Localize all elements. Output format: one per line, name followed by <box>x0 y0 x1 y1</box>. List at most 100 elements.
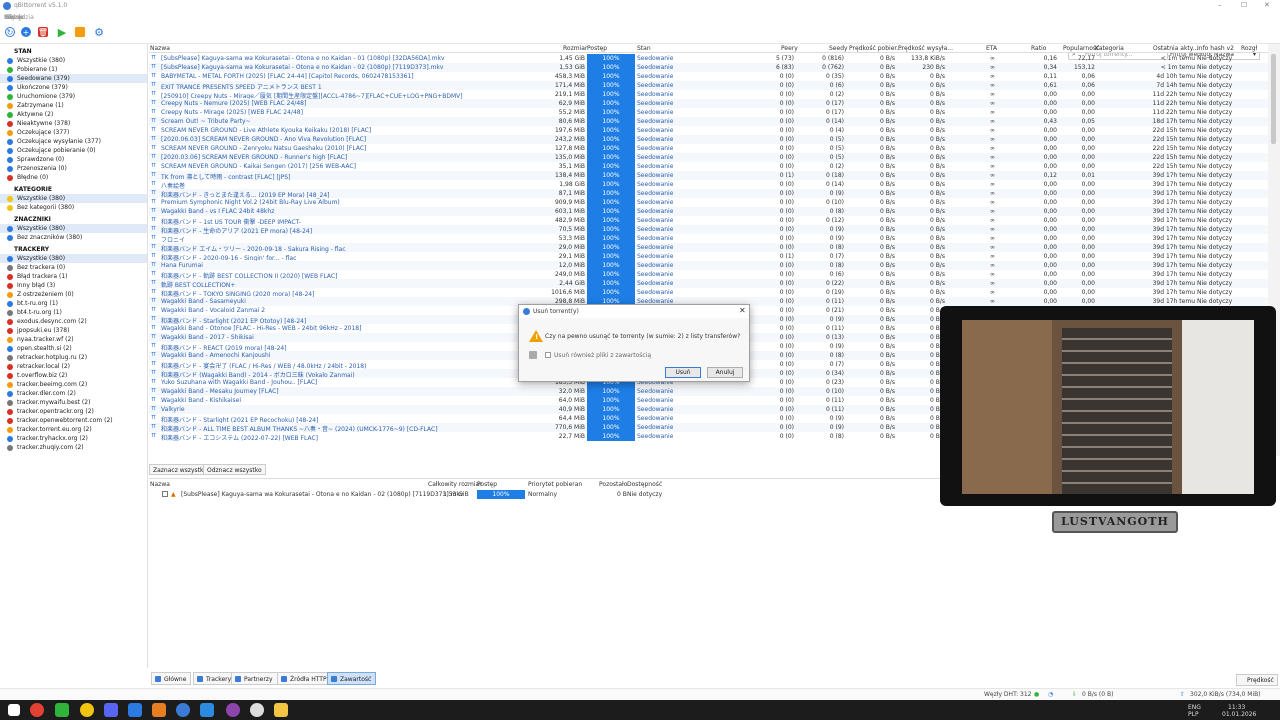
status-filter-item[interactable]: Wszystkie (380) <box>0 56 147 65</box>
status-filter-item[interactable]: Przenoszenia (0) <box>0 164 147 173</box>
add-link-icon[interactable]: ↻ <box>5 27 15 37</box>
minimize-button[interactable]: – <box>1218 1 1222 9</box>
delete-files-label[interactable]: Usuń również pliki z zawartością <box>554 352 651 359</box>
files-col-remaining[interactable]: Pozostało <box>599 481 627 488</box>
app-gray-icon[interactable] <box>250 703 264 717</box>
select-all-button[interactable]: Zaznacz wszystko <box>149 464 211 475</box>
torrent-row[interactable]: ⇈ Hana Furumai 12,0 MiB 100% Seedowanie 0 (0)… <box>149 261 1268 270</box>
torrent-row[interactable]: ⇈ [2020.03.06] SCREAM NEVER GROUND - Runn… <box>149 153 1268 162</box>
delete-button[interactable]: Usuń <box>665 367 701 378</box>
col-size[interactable]: Rozmiar <box>563 45 587 52</box>
files-col-progress[interactable]: Postęp <box>477 481 497 488</box>
tracker-filter-item[interactable]: tracker.opentrackr.org (2) <box>0 407 147 416</box>
delete-files-checkbox[interactable] <box>545 352 551 358</box>
torrent-row[interactable]: ⇈ 八奏絵巻 1,98 GiB 100% Seedowanie 0 (0) 0 (14) 0 … <box>149 180 1268 190</box>
tracker-filter-item[interactable]: Bez trackera (0) <box>0 263 147 272</box>
file-checkbox[interactable] <box>162 491 168 497</box>
telegram-icon[interactable] <box>200 703 214 717</box>
tracker-filter-item[interactable]: t.overflow.biz (2) <box>0 371 147 380</box>
torrent-row[interactable]: ⇈ Premium Symphonic Night Vol.2 (24bit Bl… <box>149 198 1268 207</box>
tracker-filter-item[interactable]: tracker.tryhackx.org (2) <box>0 434 147 443</box>
torrent-row[interactable]: ⇈ 軌跡 BEST COLLECTION+ 2,44 GiB 100% Seedowan… <box>149 279 1268 289</box>
torrent-row[interactable]: ⇈ フロニイ 53,3 MiB 100% Seedowanie 0 (0) 0 (9) 0 B… <box>149 234 1268 244</box>
torrent-row[interactable]: ⇈ [2020.06.03] SCREAM NEVER GROUND - Ano … <box>149 135 1268 144</box>
col-ratio[interactable]: Ratio <box>1031 45 1046 52</box>
deselect-all-button[interactable]: Odznacz wszystko <box>203 464 266 475</box>
delete-icon[interactable]: 🗑 <box>38 27 48 37</box>
col-infohash[interactable]: Info hash v2 <box>1197 45 1234 52</box>
col-down-speed[interactable]: Prędkość pobier... <box>849 45 902 52</box>
tracker-filter-item[interactable]: tracker.openwebtorrent.com (2) <box>0 416 147 425</box>
files-col-availability[interactable]: Dostępność <box>627 481 662 488</box>
add-torrent-icon[interactable]: + <box>21 27 31 37</box>
torrent-row[interactable]: ⇈ Scream Out! ~ Tribute Party~ 80,6 MiB 100… <box>149 117 1268 126</box>
tags-header[interactable]: ZNACZNIKI <box>0 215 147 224</box>
col-status[interactable]: Stan <box>637 45 651 52</box>
clock-date[interactable]: 01.01.2026 <box>1222 711 1256 718</box>
tab-trackers[interactable]: Trackery <box>193 672 237 685</box>
status-filter-item[interactable]: Oczekujące pobieranie (0) <box>0 146 147 155</box>
connection-icon[interactable]: ● <box>1034 691 1039 698</box>
explorer-icon[interactable] <box>274 703 288 717</box>
tracker-filter-item[interactable]: retracker.hotplug.ru (2) <box>0 353 147 362</box>
status-filter-item[interactable]: Ukończone (379) <box>0 83 147 92</box>
tracker-filter-item[interactable]: tracker.zhuqiy.com (2) <box>0 443 147 452</box>
tab-peers[interactable]: Partnerzy <box>231 672 278 685</box>
category-filter-item[interactable]: Wszystkie (380) <box>0 194 147 203</box>
tracker-filter-item[interactable]: tracker.dler.com (2) <box>0 389 147 398</box>
status-filter-item[interactable]: Aktywne (2) <box>0 110 147 119</box>
tab-content[interactable]: Zawartość <box>327 672 377 685</box>
col-category[interactable]: Kategoria <box>1095 45 1124 52</box>
vlc-icon[interactable] <box>152 703 166 717</box>
status-filter-item[interactable]: Pobierane (1) <box>0 65 147 74</box>
torrent-row[interactable]: ⇈ 和楽器バンド - 生命のアリア (2021 EP mora) [48-24] 7… <box>149 225 1268 235</box>
torrent-row[interactable]: ⇈ Wagakki Band - vs I FLAC 24bit 48khz 603… <box>149 207 1268 216</box>
col-name[interactable]: Nazwa <box>150 45 170 52</box>
tracker-filter-item[interactable]: exodus.desync.com (2) <box>0 317 147 326</box>
start-icon[interactable] <box>8 704 20 716</box>
discord-icon[interactable] <box>104 703 118 717</box>
tracker-filter-item[interactable]: open.stealth.si (2) <box>0 344 147 353</box>
cancel-button[interactable]: Anuluj <box>707 367 743 378</box>
tag-filter-item[interactable]: Wszystkie (380) <box>0 224 147 233</box>
app-yellow-icon[interactable] <box>80 703 94 717</box>
files-col-name[interactable]: Nazwa <box>150 481 170 488</box>
torrent-row[interactable]: ⇈ Creepy Nuts - Mirage (2025) [WEB FLAC 2… <box>149 108 1268 117</box>
obs-icon[interactable] <box>226 703 240 717</box>
status-filter-item[interactable]: Błędne (0) <box>0 173 147 182</box>
status-filter-item[interactable]: Oczekujące wysyłanie (377) <box>0 137 147 146</box>
torrent-row[interactable]: ⇈ SCREAM NEVER GROUND - Kaikai Sengen (20… <box>149 162 1268 171</box>
torrent-row[interactable]: ⇈ TK from 凛として時雨 - contrast [FLAC] [JPS] 1… <box>149 171 1268 181</box>
categories-header[interactable]: KATEGORIE <box>0 185 147 194</box>
torrent-row[interactable]: ⇈ SCREAM NEVER GROUND - Zenryoku Natsu Ga… <box>149 144 1268 153</box>
tracker-filter-item[interactable]: Wszystkie (380) <box>0 254 147 263</box>
file-priority[interactable]: Normalny <box>528 491 557 498</box>
torrent-row[interactable]: ⇈ 和楽器バンド - 1st US TOUR 衝撃 -DEEP IMPACT- 48… <box>149 216 1268 226</box>
status-filter-item[interactable]: Seedowane (379) <box>0 74 147 83</box>
tag-filter-item[interactable]: Bez znaczników (380) <box>0 233 147 242</box>
tracker-filter-item[interactable]: Inny błąd (3) <box>0 281 147 290</box>
torrent-row[interactable]: ⇈ EXIT TRANCE PRESENTS SPEED アニメトランス BEST… <box>149 81 1268 91</box>
col-popularity[interactable]: Popularność <box>1063 45 1099 52</box>
stop-icon[interactable] <box>75 27 85 37</box>
col-tags[interactable]: Rozgł <box>1241 45 1257 52</box>
torrent-row[interactable]: ⇈ [SubsPlease] Kaguya-sama wa Kokurasetai… <box>149 63 1268 72</box>
tracker-filter-item[interactable]: nyaa.tracker.wf (2) <box>0 335 147 344</box>
status-filter-item[interactable]: Nieaktywne (378) <box>0 119 147 128</box>
qbittorrent-taskbar-icon[interactable] <box>176 703 190 717</box>
col-up-speed[interactable]: Prędkość wysyła... <box>898 45 953 52</box>
tab-general[interactable]: Główne <box>151 672 192 685</box>
status-filter-item[interactable]: Sprawdzone (0) <box>0 155 147 164</box>
app-blue-icon[interactable] <box>128 703 142 717</box>
tracker-filter-item[interactable]: bt.t-ru.org (1) <box>0 299 147 308</box>
category-filter-item[interactable]: Bez kategorii (380) <box>0 203 147 212</box>
menu-help[interactable]: Pomoc <box>4 14 24 21</box>
status-filter-item[interactable]: Oczekujące (377) <box>0 128 147 137</box>
layout-indicator[interactable]: PLP <box>1188 711 1199 718</box>
dialog-close-icon[interactable]: ✕ <box>739 306 746 315</box>
status-header[interactable]: STAN <box>0 47 147 56</box>
col-last-activity[interactable]: Ostatnia akty... <box>1153 45 1198 52</box>
scrollbar-thumb[interactable] <box>1271 54 1276 144</box>
torrent-row[interactable]: ⇈ 和楽器バンド - 2020-09-16 - Singin' for... - … <box>149 252 1268 262</box>
language-indicator[interactable]: ENG <box>1188 704 1201 711</box>
